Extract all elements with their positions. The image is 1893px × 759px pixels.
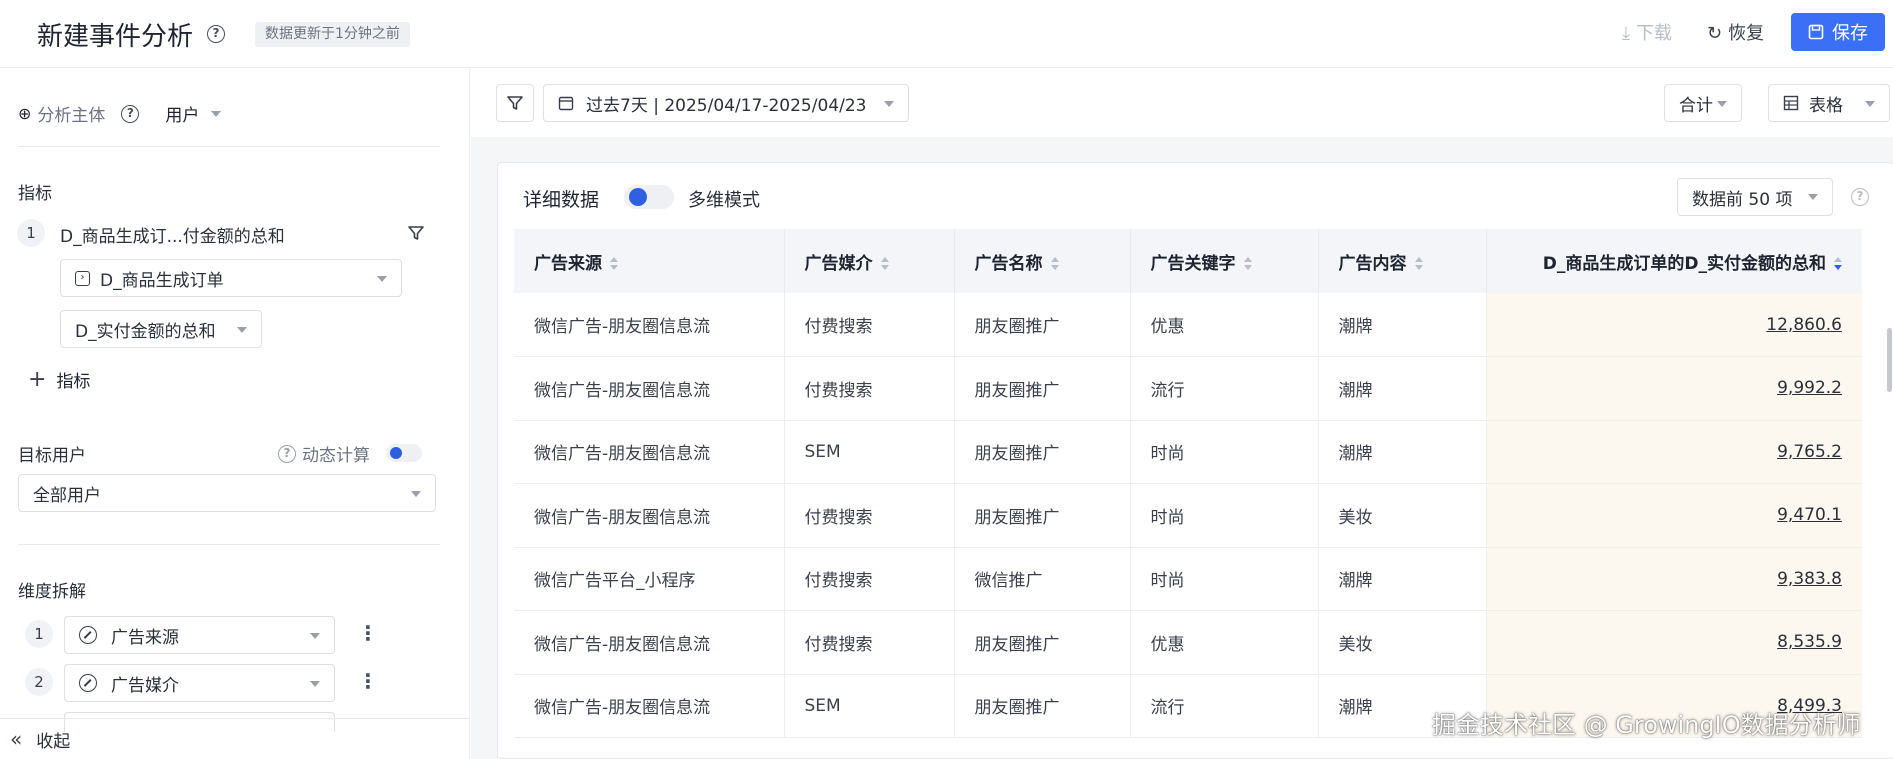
event-select[interactable]: › D_商品生成订单 (60, 259, 402, 297)
multi-dim-toggle[interactable] (624, 185, 674, 209)
column-header-ad-medium[interactable]: 广告媒介 (784, 229, 955, 293)
dimension-index-badge: 1 (25, 620, 53, 648)
total-select[interactable]: 合计 (1664, 84, 1742, 122)
chevron-down-icon (1808, 194, 1819, 200)
restore-button[interactable]: ↻ 恢复 (1707, 20, 1764, 48)
event-type-icon: › (75, 270, 90, 286)
help-icon[interactable]: ? (1851, 188, 1869, 206)
chevron-down-icon (211, 110, 222, 117)
results-area: 过去7天 | 2025/04/17-2025/04/23 合计 表格 详细数据 … (471, 69, 1893, 759)
filter-icon[interactable] (407, 224, 425, 242)
chevron-down-icon (310, 681, 320, 687)
table-row: 微信广告-朋友圈信息流 付费搜索 朋友圈推广 优惠 美妆 8,535.9 (514, 610, 1862, 675)
sort-icon[interactable] (1414, 256, 1423, 272)
more-options-icon[interactable]: ⋮ (358, 669, 378, 693)
table-row: 微信广告平台_小程序 付费搜索 微信推广 时尚 潮牌 9,383.8 (514, 547, 1862, 611)
chevron-down-icon (884, 101, 894, 107)
download-button[interactable]: ⤓ 下载 (1622, 20, 1672, 48)
table-header-row: 广告来源 广告媒介 广告名称 广告关键字 广告内容 D_商品生成订单的D_实付金… (514, 229, 1862, 293)
chevron-down-icon (1717, 101, 1727, 107)
metrics-section-label: 指标 (18, 184, 52, 204)
metric-value-link[interactable]: 9,765.2 (1486, 420, 1862, 484)
compass-icon (79, 626, 97, 644)
results-toolbar: 过去7天 | 2025/04/17-2025/04/23 合计 表格 (471, 69, 1893, 137)
dimensions-section-label: 维度拆解 (18, 582, 86, 602)
table-row: 微信广告-朋友圈信息流 付费搜索 朋友圈推广 优惠 潮牌 12,860.6 (514, 293, 1862, 357)
config-panel: ⊕ 分析主体 ? 用户 指标 1 D_商品生成订...付金额的总和 › D_商品… (0, 69, 470, 759)
divider (18, 146, 440, 147)
table-row: 微信广告-朋友圈信息流 付费搜索 朋友圈推广 流行 潮牌 9,992.2 (514, 356, 1862, 421)
sort-icon[interactable] (1243, 256, 1252, 272)
table-row: 微信广告-朋友圈信息流 付费搜索 朋友圈推广 时尚 美妆 9,470.1 (514, 483, 1862, 548)
detail-data-table: 广告来源 广告媒介 广告名称 广告关键字 广告内容 D_商品生成订单的D_实付金… (514, 229, 1862, 738)
chevron-down-icon (411, 491, 421, 497)
dynamic-calc-row: ? 动态计算 (278, 441, 370, 466)
dimension-select-ad-source[interactable]: 广告来源 (64, 616, 335, 654)
watermark: 掘金技术社区 @ GrowingIO数据分析师 (1432, 711, 1861, 739)
metric-value-link[interactable]: 12,860.6 (1486, 293, 1862, 357)
dynamic-calc-toggle[interactable] (386, 444, 422, 462)
chevron-down-icon (1865, 101, 1875, 107)
view-type-select[interactable]: 表格 (1768, 84, 1890, 122)
download-icon: ⤓ (1622, 23, 1630, 44)
detail-data-title: 详细数据 (523, 189, 600, 211)
double-chevron-left-icon: « (10, 727, 23, 751)
metric-value-link[interactable]: 9,470.1 (1486, 483, 1862, 548)
refresh-icon: ↻ (1707, 23, 1723, 44)
metric-value-link[interactable]: 9,992.2 (1486, 356, 1862, 421)
dimension-index-badge: 2 (25, 668, 53, 696)
filter-icon (507, 96, 523, 110)
help-icon[interactable]: ? (121, 104, 140, 123)
sort-icon[interactable] (610, 256, 618, 272)
top-n-select[interactable]: 数据前 50 项 (1677, 178, 1834, 216)
save-button[interactable]: 保存 (1791, 13, 1885, 51)
sort-icon[interactable] (880, 256, 889, 272)
more-options-icon[interactable]: ⋮ (358, 621, 378, 645)
analysis-subject-row: ⊕ 分析主体 ? 用户 (18, 101, 222, 126)
top-header: 新建事件分析 ? 数据更新于1分钟之前 ⤓ 下载 ↻ 恢复 保存 (0, 0, 1893, 68)
sort-desc-icon[interactable] (1834, 256, 1842, 272)
calendar-icon (558, 96, 574, 111)
page-title: 新建事件分析 (37, 22, 194, 52)
table-icon (1783, 95, 1799, 111)
table-scrollbar[interactable] (1887, 328, 1892, 392)
sort-icon[interactable] (1050, 256, 1059, 272)
table-row: 微信广告-朋友圈信息流 SEM 朋友圈推广 时尚 潮牌 9,765.2 (514, 420, 1862, 484)
add-metric-button[interactable]: + 指标 (28, 367, 90, 392)
column-header-ad-name[interactable]: 广告名称 (954, 229, 1131, 293)
target-users-label: 目标用户 (18, 446, 86, 466)
column-header-ad-source[interactable]: 广告来源 (514, 229, 785, 293)
column-header-ad-keyword[interactable]: 广告关键字 (1130, 229, 1319, 293)
metric-value-link[interactable]: 9,383.8 (1486, 547, 1862, 611)
chevron-down-icon (237, 327, 247, 333)
date-range-picker[interactable]: 过去7天 | 2025/04/17-2025/04/23 (543, 84, 909, 122)
crosshair-icon: ⊕ (18, 104, 32, 123)
metric-index-badge: 1 (17, 219, 45, 247)
column-header-ad-content[interactable]: 广告内容 (1318, 229, 1487, 293)
target-users-select[interactable]: 全部用户 (18, 474, 436, 512)
multi-dim-label: 多维模式 (688, 190, 760, 211)
help-icon[interactable]: ? (207, 25, 225, 43)
update-status-badge: 数据更新于1分钟之前 (255, 22, 410, 47)
chevron-down-icon (310, 633, 320, 639)
dimension-select-ad-medium[interactable]: 广告媒介 (64, 664, 335, 702)
subject-select[interactable]: 用户 (165, 101, 222, 126)
help-icon[interactable]: ? (278, 444, 296, 463)
metric-name[interactable]: D_商品生成订...付金额的总和 (60, 222, 285, 247)
aggregation-select[interactable]: D_实付金额的总和 (60, 310, 262, 348)
collapse-panel-button[interactable]: « 收起 (0, 718, 470, 759)
detail-data-card: 详细数据 多维模式 数据前 50 项 ? 广告来源 广告媒介 广告名称 广告关键… (497, 162, 1893, 759)
subject-label: 分析主体 (37, 106, 106, 126)
divider (18, 544, 440, 545)
plus-icon: + (28, 367, 47, 392)
metric-value-link[interactable]: 8,535.9 (1486, 610, 1862, 675)
filter-button[interactable] (496, 84, 534, 122)
compass-icon (79, 674, 97, 692)
column-header-metric[interactable]: D_商品生成订单的D_实付金额的总和 (1486, 229, 1862, 293)
chevron-down-icon (377, 276, 387, 282)
save-icon (1808, 24, 1824, 40)
